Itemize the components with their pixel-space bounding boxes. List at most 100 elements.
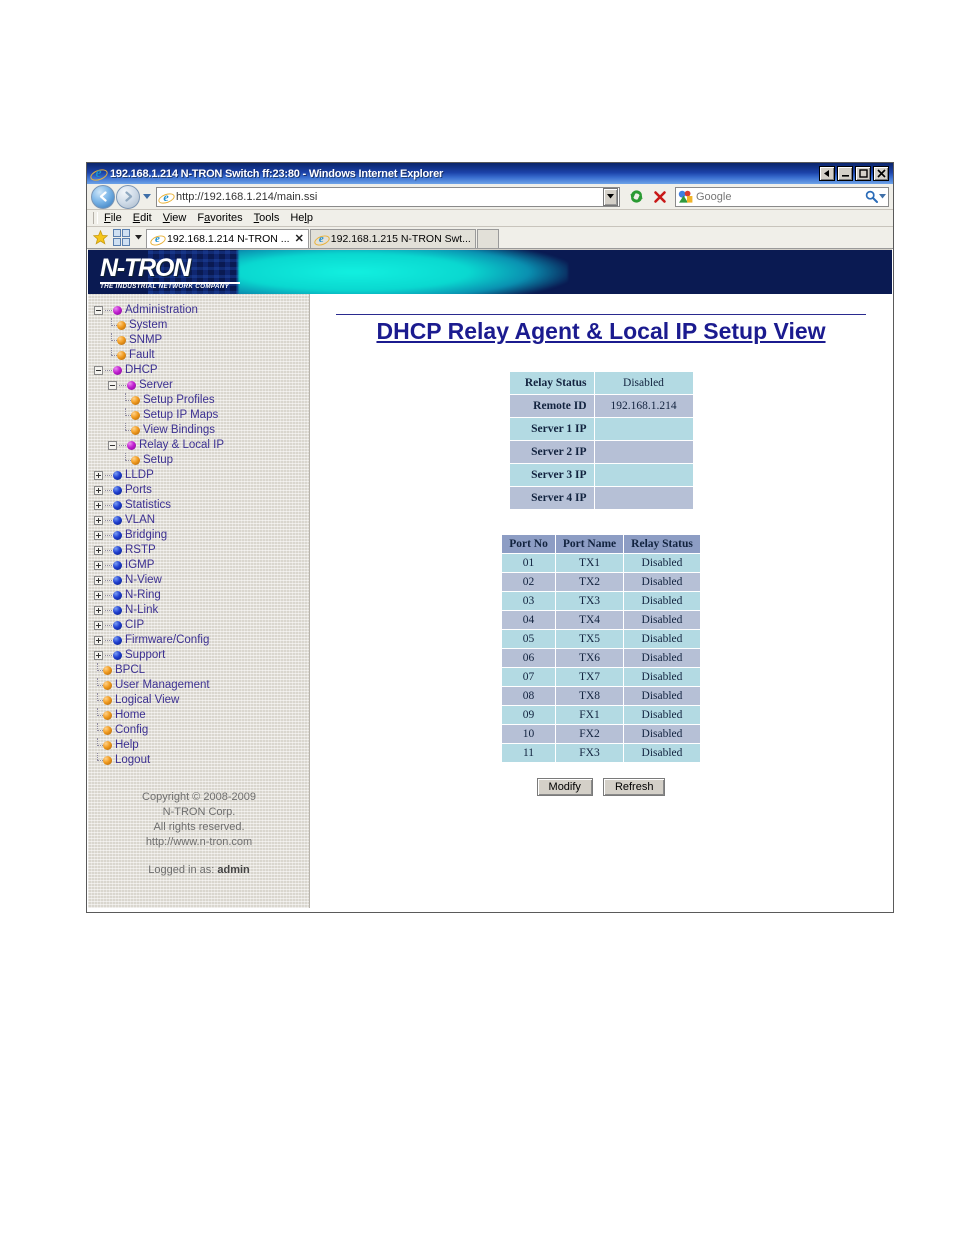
sidebar-item-cip[interactable]: CIP — [94, 618, 309, 633]
refresh-button[interactable]: Refresh — [602, 778, 666, 796]
menu-item-view[interactable]: View — [163, 212, 187, 224]
expand-icon[interactable] — [94, 546, 103, 555]
collapse-icon[interactable] — [94, 366, 103, 375]
expand-icon[interactable] — [94, 516, 103, 525]
restore-left-button[interactable] — [819, 166, 835, 181]
relay-status-row: Server 4 IP — [508, 486, 694, 510]
close-button[interactable] — [873, 166, 889, 181]
sidebar-item-label: RSTP — [125, 544, 156, 556]
table-row: 08 TX8 Disabled — [501, 686, 701, 706]
new-tab-button[interactable] — [476, 229, 499, 248]
sidebar-item-relay-local-ip[interactable]: Relay & Local IP — [94, 438, 309, 453]
expand-icon[interactable] — [94, 531, 103, 540]
expand-icon[interactable] — [94, 636, 103, 645]
minimize-button[interactable] — [837, 166, 853, 181]
sidebar-item-system[interactable]: System — [94, 318, 309, 333]
sidebar-item-bpcl[interactable]: BPCL — [94, 663, 309, 678]
sidebar-item-setup[interactable]: Setup — [94, 453, 309, 468]
tree-connector — [105, 489, 112, 492]
sidebar-item-igmp[interactable]: IGMP — [94, 558, 309, 573]
menu-item-file[interactable]: File — [104, 212, 122, 224]
sidebar-item-bridging[interactable]: Bridging — [94, 528, 309, 543]
relay-status-row: Server 2 IP — [508, 440, 694, 464]
tab-1-close-icon[interactable]: ✕ — [295, 233, 304, 245]
node-bullet-icon — [113, 591, 122, 600]
collapse-icon[interactable] — [108, 381, 117, 390]
sidebar-item-ports[interactable]: Ports — [94, 483, 309, 498]
history-caret-icon[interactable] — [140, 186, 153, 208]
menu-item-edit[interactable]: Edit — [133, 212, 152, 224]
relay-status-cell: Disabled — [623, 572, 701, 592]
sidebar-item-n-view[interactable]: N-View — [94, 573, 309, 588]
sidebar-item-setup-ip-maps[interactable]: Setup IP Maps — [94, 408, 309, 423]
back-arrow-icon[interactable] — [91, 184, 115, 209]
sidebar-item-snmp[interactable]: SNMP — [94, 333, 309, 348]
sidebar-item-view-bindings[interactable]: View Bindings — [94, 423, 309, 438]
star-icon[interactable] — [91, 228, 109, 246]
expand-icon[interactable] — [94, 576, 103, 585]
copyright-line: All rights reserved. — [153, 821, 245, 833]
sidebar-item-server[interactable]: Server — [94, 378, 309, 393]
expand-icon[interactable] — [94, 471, 103, 480]
sidebar-item-vlan[interactable]: VLAN — [94, 513, 309, 528]
forward-arrow-icon[interactable] — [116, 184, 140, 209]
search-input[interactable]: Google — [675, 186, 889, 207]
sidebar-item-help[interactable]: Help — [94, 738, 309, 753]
sidebar-item-n-link[interactable]: N-Link — [94, 603, 309, 618]
node-bullet-icon — [103, 681, 112, 690]
tab-1[interactable]: e 192.168.1.214 N-TRON ... ✕ — [146, 229, 309, 248]
sidebar-item-label: BPCL — [115, 664, 146, 676]
table-row: 10 FX2 Disabled — [501, 724, 701, 744]
expand-icon[interactable] — [94, 651, 103, 660]
tree-connector — [122, 408, 131, 423]
sidebar-item-label: SNMP — [129, 334, 163, 346]
tree-connector — [94, 738, 103, 753]
tree-connector — [105, 474, 112, 477]
sidebar-item-user-management[interactable]: User Management — [94, 678, 309, 693]
refresh-icon[interactable] — [625, 186, 647, 208]
sidebar-item-home[interactable]: Home — [94, 708, 309, 723]
sidebar-item-label: CIP — [125, 619, 145, 631]
maximize-button[interactable] — [855, 166, 871, 181]
collapse-icon[interactable] — [108, 441, 117, 450]
node-bullet-icon — [117, 336, 126, 345]
tab-list-caret-icon[interactable] — [132, 230, 144, 245]
relay-status-value: Disabled — [593, 371, 694, 395]
tab-2[interactable]: e 192.168.1.215 N-TRON Swt... — [309, 229, 476, 248]
port-name-cell: TX7 — [554, 667, 625, 687]
address-dropdown-icon[interactable] — [603, 187, 618, 206]
sidebar-item-logout[interactable]: Logout — [94, 753, 309, 768]
sidebar-item-support[interactable]: Support — [94, 648, 309, 663]
main-content: DHCP Relay Agent & Local IP Setup View R… — [310, 294, 892, 908]
expand-icon[interactable] — [94, 501, 103, 510]
search-go-group[interactable] — [865, 190, 888, 203]
stop-icon[interactable] — [649, 186, 671, 208]
expand-icon[interactable] — [94, 591, 103, 600]
modify-button[interactable]: Modify — [536, 778, 593, 796]
sidebar-item-firmware-config[interactable]: Firmware/Config — [94, 633, 309, 648]
relay-status-cell: Disabled — [623, 724, 701, 744]
expand-icon[interactable] — [94, 486, 103, 495]
expand-icon[interactable] — [94, 561, 103, 570]
address-input[interactable]: e http://192.168.1.214/main.ssi — [156, 186, 620, 207]
sidebar-item-config[interactable]: Config — [94, 723, 309, 738]
menu-item-tools[interactable]: Tools — [254, 212, 280, 224]
sidebar-item-statistics[interactable]: Statistics — [94, 498, 309, 513]
menu-item-help[interactable]: Help — [290, 212, 313, 224]
sidebar-item-rstp[interactable]: RSTP — [94, 543, 309, 558]
sidebar-item-dhcp[interactable]: DHCP — [94, 363, 309, 378]
sidebar-item-lldp[interactable]: LLDP — [94, 468, 309, 483]
sidebar-item-n-ring[interactable]: N-Ring — [94, 588, 309, 603]
sidebar-item-administration[interactable]: Administration — [94, 303, 309, 318]
sidebar-item-fault[interactable]: Fault — [94, 348, 309, 363]
quick-tabs-icon[interactable] — [113, 229, 130, 246]
sidebar-item-logical-view[interactable]: Logical View — [94, 693, 309, 708]
collapse-icon[interactable] — [94, 306, 103, 315]
tree-connector — [108, 348, 117, 363]
copyright-line: Copyright © 2008-2009 — [142, 791, 256, 803]
expand-icon[interactable] — [94, 606, 103, 615]
menu-item-favorites[interactable]: Favorites — [197, 212, 242, 224]
expand-icon[interactable] — [94, 621, 103, 630]
sidebar-item-setup-profiles[interactable]: Setup Profiles — [94, 393, 309, 408]
tree-connector — [105, 594, 112, 597]
